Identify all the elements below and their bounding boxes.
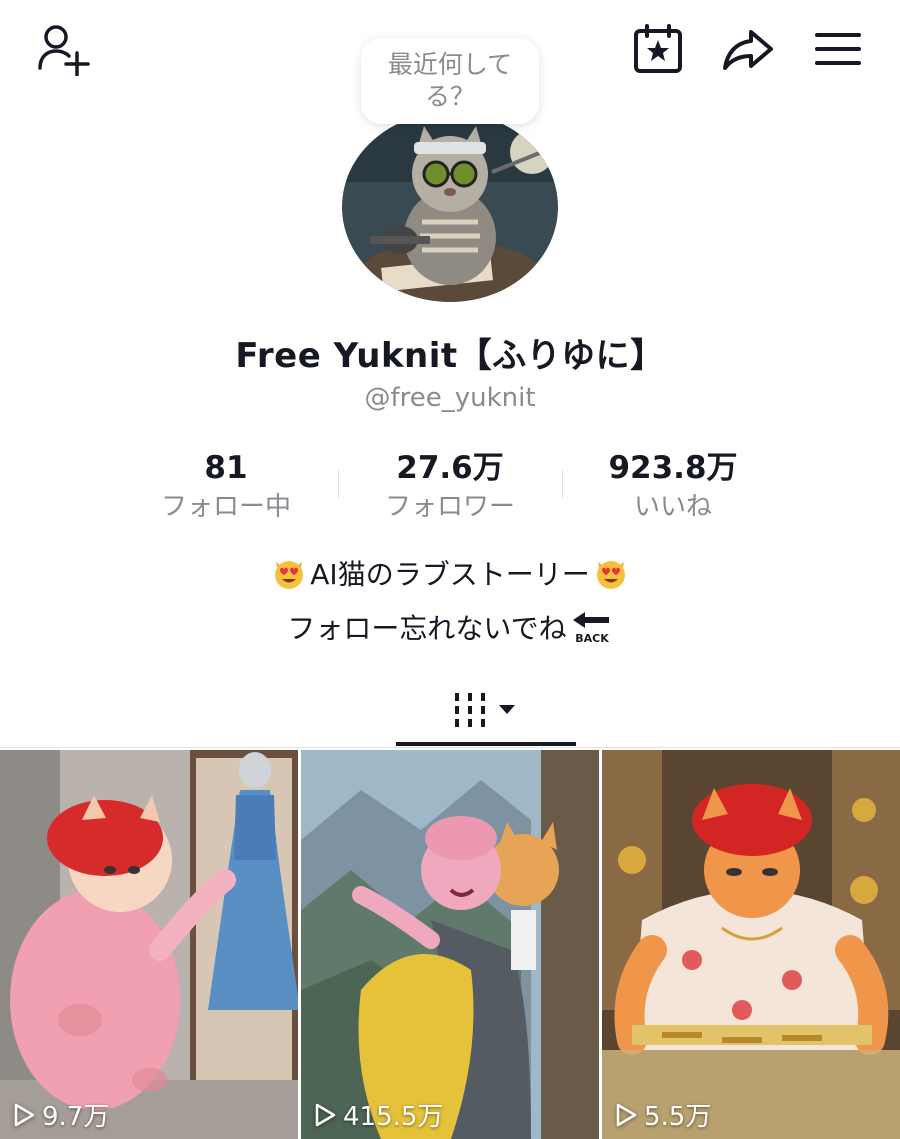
tab-videos[interactable] (396, 672, 576, 748)
bio-line-1: AI猫のラブストーリー (0, 553, 900, 593)
heart-eyes-cat-emoji-icon (596, 561, 625, 589)
video-grid: 9.7万 415.5万 5.5万 (0, 750, 900, 1139)
active-tab-indicator (396, 742, 576, 746)
play-icon (315, 1103, 336, 1126)
view-count-text: 415.5万 (343, 1102, 444, 1132)
share-icon (723, 30, 773, 70)
view-count: 9.7万 (12, 1096, 109, 1133)
video-thumbnail[interactable]: 9.7万 (0, 750, 298, 1139)
bio-text-1: AI猫のラブストーリー (310, 558, 590, 591)
stat-likes-label: いいね (633, 492, 712, 522)
view-count-text: 5.5万 (644, 1102, 712, 1132)
bio-text-2: フォロー忘れないでね (287, 612, 567, 645)
menu-icon (815, 33, 861, 65)
back-badge-text: BACK (575, 632, 609, 644)
avatar[interactable] (342, 112, 558, 302)
stat-likes-count: 923.8万 (608, 450, 738, 486)
add-friend-button[interactable] (30, 22, 94, 76)
video-thumbnail-image (0, 750, 298, 1139)
video-thumbnail[interactable]: 415.5万 (301, 750, 599, 1139)
chevron-down-icon (499, 705, 515, 714)
back-arrow-icon: BACK (572, 612, 609, 644)
video-thumbnail[interactable]: 5.5万 (602, 750, 900, 1139)
share-button[interactable] (716, 22, 780, 76)
stat-following-label: フォロー中 (160, 492, 291, 522)
profile-stats: 81 フォロー中 27.6万 フォロワー 923.8万 いいね (0, 448, 900, 528)
video-thumbnail-image (602, 750, 900, 1139)
stat-followers-count: 27.6万 (396, 450, 504, 486)
video-grid-icon (455, 693, 515, 727)
add-friend-icon (38, 25, 90, 76)
status-prompt-text: 最近何してる？ (387, 50, 513, 111)
menu-button[interactable] (806, 22, 870, 76)
status-prompt-bubble[interactable]: 最近何してる？ (361, 38, 539, 124)
stat-divider (338, 470, 339, 498)
display-name: Free Yuknit【ふりゆに】 (235, 336, 665, 376)
view-count: 5.5万 (614, 1096, 711, 1133)
calendar-button[interactable] (626, 22, 690, 76)
calendar-star-icon (634, 24, 682, 73)
heart-eyes-cat-emoji-icon (275, 561, 304, 589)
stat-following[interactable]: 81 フォロー中 (126, 448, 326, 524)
play-icon (616, 1103, 637, 1126)
bio-line-2: フォロー忘れないでね BACK (0, 607, 900, 647)
tab-divider (0, 747, 900, 748)
content-tab-bar (0, 672, 900, 748)
avatar-cat-illustration (342, 112, 558, 302)
stat-followers-label: フォロワー (384, 492, 515, 522)
stat-likes[interactable]: 923.8万 いいね (573, 448, 773, 524)
stat-followers[interactable]: 27.6万 フォロワー (350, 448, 550, 524)
view-count-text: 9.7万 (42, 1102, 110, 1132)
view-count: 415.5万 (313, 1096, 443, 1133)
username-handle: @free_yuknit (364, 383, 536, 413)
play-icon (14, 1103, 35, 1126)
video-thumbnail-image (301, 750, 599, 1139)
stat-following-count: 81 (204, 450, 248, 486)
stat-divider (562, 470, 563, 498)
